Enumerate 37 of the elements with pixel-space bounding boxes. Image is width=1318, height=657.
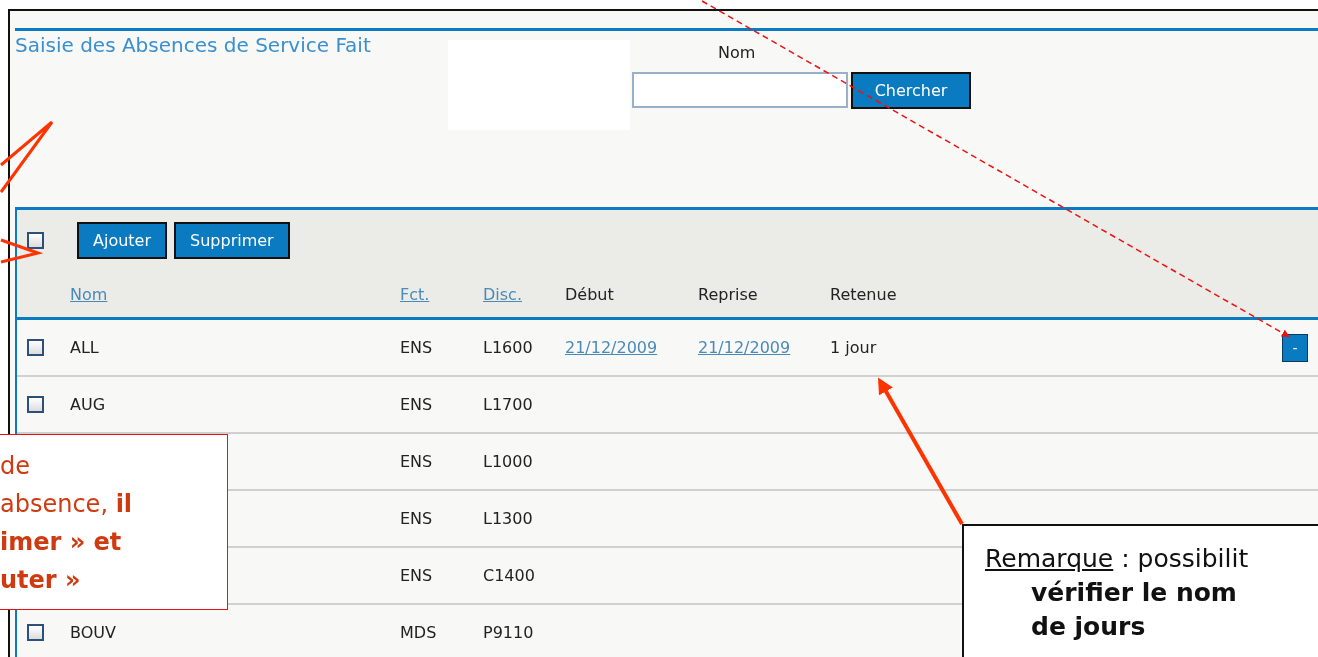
delete-button[interactable]: Supprimer [174, 222, 290, 259]
column-header[interactable]: Disc. [483, 284, 565, 304]
discipline-cell: C1400 [483, 566, 535, 585]
function-cell: MDS [400, 623, 437, 642]
add-button[interactable]: Ajouter [77, 222, 167, 259]
name-label: Nom [718, 43, 757, 62]
row-checkbox[interactable] [27, 339, 44, 356]
deduction-cell: 1 jour [830, 338, 877, 357]
function-cell: ENS [400, 509, 433, 528]
name-field[interactable] [632, 72, 848, 108]
function-cell: ENS [400, 566, 433, 585]
discipline-cell: L1600 [483, 338, 533, 357]
column-header[interactable]: Fct. [400, 284, 483, 304]
discipline-cell: L1300 [483, 509, 533, 528]
start-date-link[interactable]: 21/12/2009 [565, 338, 658, 357]
column-header[interactable]: Nom [70, 284, 400, 304]
function-cell: ENS [400, 452, 433, 471]
return-date-link[interactable]: 21/12/2009 [698, 338, 791, 357]
remark-text: Remarque : possibilit vérifier le nom de jours [985, 543, 1249, 643]
discipline-cell: P9110 [483, 623, 534, 642]
name-cell: ALL [70, 338, 99, 357]
row-checkbox[interactable] [27, 624, 44, 641]
remove-button[interactable]: - [1282, 333, 1308, 362]
page-title: Saisie des Absences de Service Fait [15, 33, 371, 57]
select-all-checkbox[interactable] [27, 232, 44, 249]
name-cell: BOUV [70, 623, 116, 642]
function-cell: ENS [400, 338, 433, 357]
column-header: Reprise [698, 284, 759, 304]
discipline-cell: L1000 [483, 452, 533, 471]
column-header: Début [565, 284, 615, 304]
column-header: Retenue [830, 284, 898, 304]
function-cell: ENS [400, 395, 433, 414]
row-checkbox[interactable] [27, 396, 44, 413]
name-cell: AUG [70, 395, 106, 414]
search-button[interactable]: Chercher [851, 72, 971, 109]
callout-text: de absence, il imer » et uter » [0, 451, 134, 596]
discipline-cell: L1700 [483, 395, 533, 414]
